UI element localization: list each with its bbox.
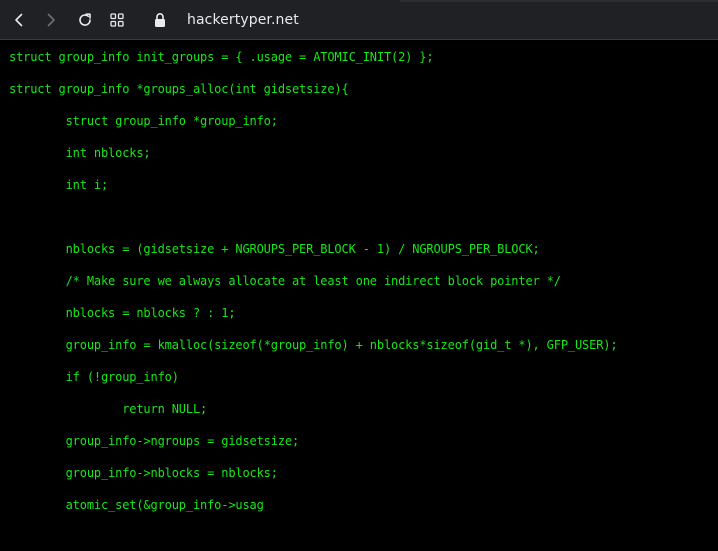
code-line: /* Make sure we always allocate at least…	[9, 274, 561, 288]
code-line: return NULL;	[9, 402, 208, 416]
code-line: group_info->ngroups = gidsetsize;	[9, 434, 300, 448]
code-line: struct group_info *group_info;	[9, 114, 278, 128]
code-line: group_info->nblocks = nblocks;	[9, 466, 278, 480]
forward-button[interactable]	[38, 7, 64, 33]
browser-toolbar: hackertyper.net	[0, 0, 718, 40]
apps-grid-icon	[110, 13, 124, 27]
tab-strip-edge	[400, 0, 718, 2]
code-line: if (!group_info)	[9, 370, 179, 384]
code-line: int nblocks;	[9, 146, 151, 160]
code-line: atomic_set(&group_info->usag	[9, 498, 264, 512]
address-bar-url[interactable]: hackertyper.net	[187, 10, 299, 30]
code-line: int i;	[9, 178, 109, 192]
code-line: nblocks = (gidsetsize + NGROUPS_PER_BLOC…	[9, 242, 540, 256]
code-line: group_info = kmalloc(sizeof(*group_info)…	[9, 338, 618, 352]
chevron-right-icon	[47, 13, 55, 27]
code-line: struct group_info init_groups = { .usage…	[9, 50, 434, 64]
reload-icon	[79, 13, 91, 26]
reload-button[interactable]	[72, 7, 98, 33]
lock-icon[interactable]	[153, 12, 167, 28]
apps-button[interactable]	[104, 7, 130, 33]
back-button[interactable]	[6, 7, 32, 33]
code-line: nblocks = nblocks ? : 1;	[9, 306, 236, 320]
hacker-terminal[interactable]: struct group_info init_groups = { .usage…	[0, 40, 718, 551]
code-line: struct group_info *groups_alloc(int gids…	[9, 82, 349, 96]
chevron-left-icon	[15, 13, 23, 27]
